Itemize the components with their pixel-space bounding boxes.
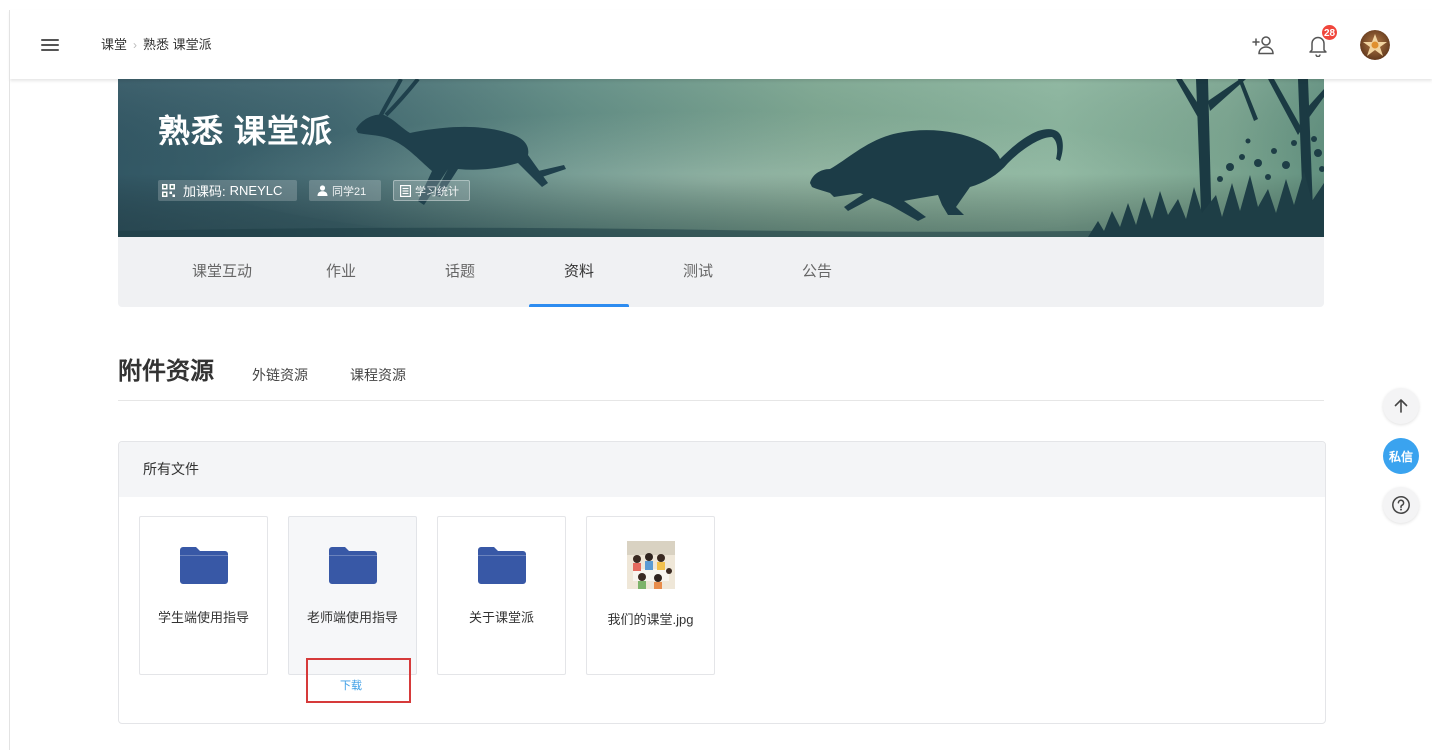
course-title: 熟悉 课堂派 — [158, 113, 333, 149]
file-name: 我们的课堂.jpg — [607, 612, 694, 627]
file-name: 关于课堂派 — [468, 610, 534, 625]
tab-materials[interactable]: 资料 — [529, 237, 629, 307]
folder-icon — [329, 547, 377, 584]
learning-stats-badge[interactable]: 学习统计 — [393, 180, 470, 201]
avatar[interactable] — [1360, 30, 1390, 60]
banner-background-illustration — [118, 79, 1324, 237]
help-button[interactable] — [1383, 487, 1419, 523]
tab-topics[interactable]: 话题 — [410, 237, 510, 307]
breadcrumb-item-classroom[interactable]: 课堂 — [101, 36, 127, 54]
top-navigation-bar: 课堂 › 熟悉 课堂派 28 — [10, 10, 1432, 79]
tab-homework[interactable]: 作业 — [291, 237, 391, 307]
join-code-value: RNEYLC — [229, 183, 283, 198]
breadcrumb: 课堂 › 熟悉 课堂派 — [101, 36, 212, 54]
photo-thumbnail — [627, 541, 675, 589]
add-user-icon — [1252, 36, 1274, 55]
menu-icon — [41, 39, 59, 51]
file-name: 老师端使用指导 — [306, 610, 398, 625]
document-icon — [400, 184, 411, 197]
file-name: 学生端使用指导 — [157, 610, 249, 625]
person-icon — [317, 185, 328, 196]
course-banner: 熟悉 课堂派 加课码: RNEYLC 同学21 学习统计 — [118, 79, 1324, 237]
course-tabs: 课堂互动 作业 话题 资料 测试 公告 — [172, 237, 886, 307]
breadcrumb-item-current-course: 熟悉 课堂派 — [143, 37, 212, 52]
tab-announcements[interactable]: 公告 — [767, 237, 867, 307]
section-divider — [118, 400, 1324, 401]
folder-icon — [478, 547, 526, 584]
menu-button[interactable] — [37, 32, 63, 58]
subtab-course-resources[interactable]: 课程资源 — [350, 366, 406, 384]
folder-icon — [180, 547, 228, 584]
private-message-label: 私信 — [1388, 449, 1413, 464]
help-icon — [1392, 496, 1410, 514]
file-tile[interactable]: 学生端使用指导 — [139, 516, 268, 675]
course-tab-bar: 课堂互动 作业 话题 资料 测试 公告 — [118, 237, 1324, 307]
qr-code-icon — [162, 184, 175, 197]
learning-stats-label: 学习统计 — [415, 185, 459, 198]
arrow-up-icon — [1394, 399, 1408, 413]
breadcrumb-separator: › — [133, 38, 138, 52]
file-tile[interactable]: 老师端使用指导 — [288, 516, 417, 675]
join-code-badge[interactable]: 加课码: RNEYLC — [158, 180, 297, 201]
notification-count-badge: 28 — [1321, 24, 1338, 41]
page-frame-edge — [9, 10, 10, 750]
file-tile[interactable]: 我们的课堂.jpg — [586, 516, 715, 675]
add-user-button[interactable] — [1251, 34, 1275, 56]
panel-title: 所有文件 — [143, 461, 199, 477]
panel-header: 所有文件 — [119, 442, 1325, 497]
attachments-section-title[interactable]: 附件资源 — [118, 356, 214, 388]
join-code-label: 加课码: — [183, 184, 226, 199]
tab-tests[interactable]: 测试 — [648, 237, 748, 307]
subtab-external-links[interactable]: 外链资源 — [252, 366, 308, 384]
all-files-panel: 所有文件 学生端使用指导 老师端使用指导 关于课堂派 我们的课堂.jpg 下载 — [118, 441, 1326, 724]
download-link[interactable]: 下载 — [331, 678, 371, 694]
back-to-top-button[interactable] — [1383, 388, 1419, 424]
student-count-badge[interactable]: 同学21 — [309, 180, 381, 201]
private-message-button[interactable]: 私信 — [1383, 438, 1419, 474]
student-count: 同学21 — [332, 185, 367, 198]
tab-classroom-interaction[interactable]: 课堂互动 — [172, 237, 272, 307]
file-tile[interactable]: 关于课堂派 — [437, 516, 566, 675]
